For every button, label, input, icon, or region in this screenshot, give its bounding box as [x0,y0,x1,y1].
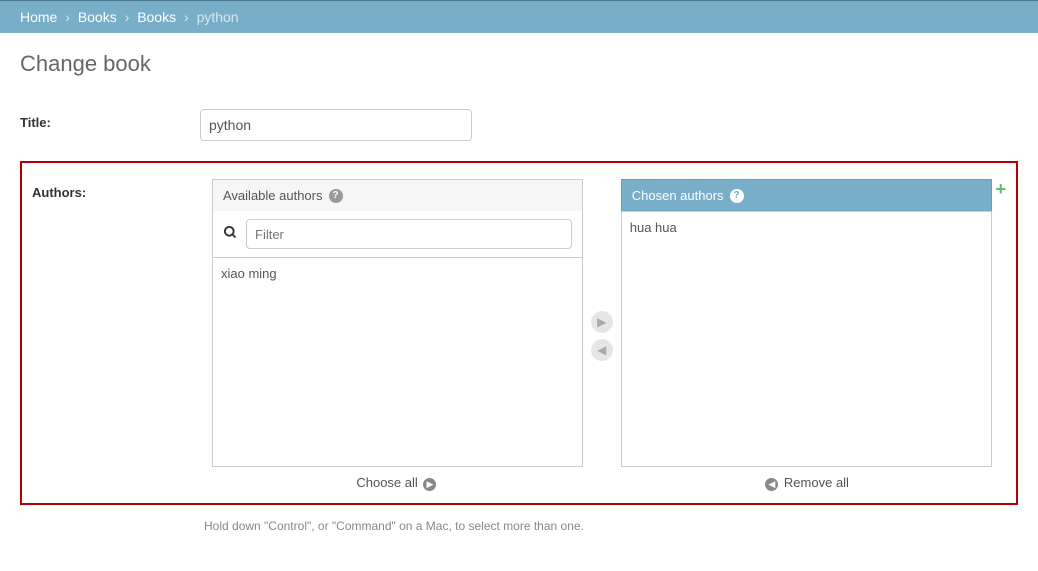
remove-all-label: Remove all [784,475,849,490]
remove-all-button[interactable]: ◀ Remove all [621,467,992,493]
breadcrumb-model[interactable]: Books [137,9,176,25]
arrow-left-icon: ◀ [597,343,606,357]
available-list[interactable]: xiao ming [212,257,583,467]
page-title: Change book [20,51,1018,77]
plus-icon: + [995,179,1006,200]
filter-input[interactable] [246,219,572,249]
title-input[interactable] [200,109,472,141]
available-header-label: Available authors [223,188,323,203]
breadcrumb-app[interactable]: Books [78,9,117,25]
breadcrumb-home[interactable]: Home [20,9,57,25]
transfer-buttons: ▶ ◀ [589,179,615,493]
arrow-right-icon: ▶ [597,315,606,329]
choose-all-button[interactable]: Choose all ▶ [212,467,583,493]
list-item[interactable]: xiao ming [221,264,574,283]
authors-label: Authors: [32,179,212,200]
chosen-header-label: Chosen authors [632,188,724,203]
move-left-button[interactable]: ◀ [591,339,613,361]
field-title-row: Title: [20,105,1018,145]
title-label: Title: [20,109,200,130]
breadcrumb-sep: › [65,9,70,25]
breadcrumb-sep: › [125,9,130,25]
chosen-list[interactable]: hua hua [621,211,992,467]
chosen-header: Chosen authors ? [621,179,992,211]
help-icon[interactable]: ? [730,189,744,203]
search-icon [223,225,238,244]
breadcrumb-sep: › [184,9,189,25]
breadcrumb: Home › Books › Books › python [0,0,1038,33]
move-right-button[interactable]: ▶ [591,311,613,333]
authors-section: Authors: Available authors ? [20,161,1018,505]
filter-row [212,211,583,257]
breadcrumb-current: python [197,9,239,25]
available-column: Available authors ? xiao ming [212,179,583,493]
choose-all-label: Choose all [356,475,417,490]
available-header: Available authors ? [212,179,583,211]
arrow-right-icon: ▶ [423,478,436,491]
add-related-button[interactable]: + [995,179,1006,200]
list-item[interactable]: hua hua [630,218,983,237]
help-icon[interactable]: ? [329,189,343,203]
authors-help-text: Hold down "Control", or "Command" on a M… [204,519,1018,533]
chosen-column: Chosen authors ? hua hua ◀ Remove all [621,179,992,493]
arrow-left-icon: ◀ [765,478,778,491]
